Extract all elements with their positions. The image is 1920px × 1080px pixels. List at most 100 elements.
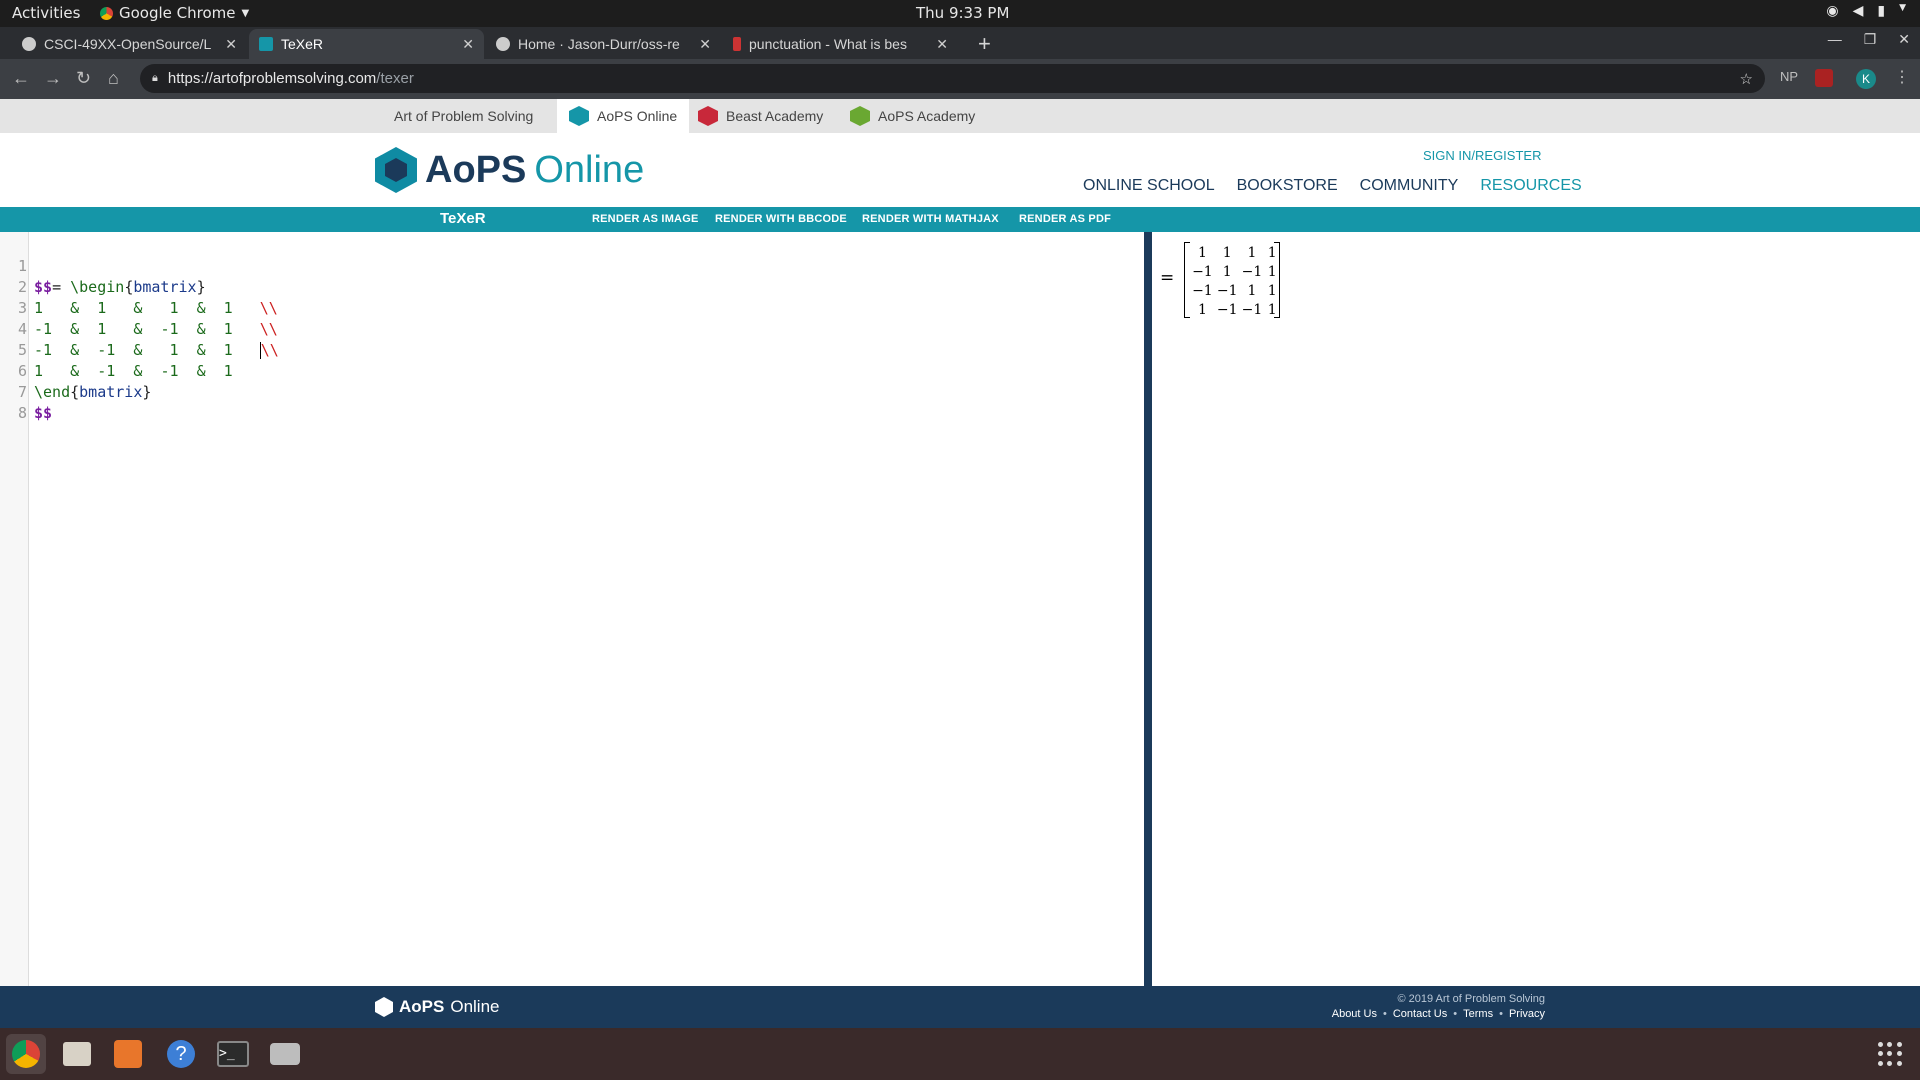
network-item-label: AoPS Online <box>597 108 678 124</box>
help-icon: ? <box>167 1040 195 1068</box>
render-with-mathjax-button[interactable]: RENDER WITH MATHJAX <box>862 213 999 225</box>
tab-title: TeXeR <box>281 36 324 52</box>
back-arrow-icon[interactable]: ← <box>12 68 30 89</box>
close-window-icon[interactable]: ✕ <box>1898 31 1910 48</box>
caret-down-icon: ▼ <box>1899 3 1906 13</box>
render-as-pdf-button[interactable]: RENDER AS PDF <box>1019 213 1111 225</box>
address-bar[interactable]: 🔒︎ https://artofproblemsolving.com/texer… <box>140 64 1765 93</box>
new-tab-button[interactable]: + <box>978 31 991 57</box>
main-nav: ONLINE SCHOOL BOOKSTORE COMMUNITY RESOUR… <box>1083 177 1582 195</box>
separator: • <box>1499 1008 1503 1020</box>
editor-line: 8 <box>0 382 1144 422</box>
ublock-icon[interactable] <box>1815 69 1833 87</box>
network-item-aops-online[interactable]: AoPS Online <box>557 99 690 133</box>
close-icon[interactable]: ✕ <box>936 36 948 53</box>
pane-divider[interactable] <box>1144 232 1152 986</box>
close-icon[interactable]: ✕ <box>462 36 474 53</box>
footer-logo-aops: AoPS <box>399 997 445 1016</box>
code-editor[interactable]: 1 $$= \begin{bmatrix} 2 1 & 1 & 1 & 1 \\… <box>0 232 1144 986</box>
site-footer: AoPS Online © 2019 Art of Problem Solving… <box>0 986 1920 1028</box>
nav-bookstore[interactable]: BOOKSTORE <box>1237 177 1338 195</box>
matrix-row: −1 1 −1 1 <box>1192 263 1277 280</box>
site-header: AoPS Online SIGN IN/REGISTER ONLINE SCHO… <box>0 133 1920 207</box>
aops-icon <box>259 37 273 51</box>
os-dock: ? >_ <box>0 1028 1920 1080</box>
maximize-icon[interactable]: ❐ <box>1864 31 1877 48</box>
dock-software[interactable] <box>108 1034 148 1074</box>
profile-avatar[interactable]: K <box>1856 69 1876 89</box>
footer-logo[interactable]: AoPS Online <box>375 997 499 1017</box>
matrix-row: 1111 <box>1197 244 1277 261</box>
tab-title: CSCI-49XX-OpenSource/L <box>44 36 212 52</box>
terminal-icon: >_ <box>217 1041 249 1067</box>
forward-arrow-icon[interactable]: → <box>44 68 62 89</box>
chrome-icon <box>12 1040 40 1068</box>
home-icon[interactable]: ⌂ <box>108 68 119 89</box>
site-logo[interactable]: AoPS Online <box>375 147 644 193</box>
footer-link-terms[interactable]: Terms <box>1463 1008 1493 1020</box>
footer-link-contact[interactable]: Contact Us <box>1393 1008 1447 1020</box>
logo-aops-text: AoPS <box>425 148 527 191</box>
aops-cube-icon <box>375 147 417 193</box>
wifi-icon: ◉ <box>1826 3 1839 19</box>
sign-in-register-link[interactable]: SIGN IN/REGISTER <box>1423 148 1541 163</box>
browser-toolbar: ← → ↻ ⌂ 🔒︎ https://artofproblemsolving.c… <box>0 59 1920 99</box>
network-item-aops-academy[interactable]: AoPS Academy <box>838 99 987 133</box>
dock-files[interactable] <box>57 1034 97 1074</box>
close-icon[interactable]: ✕ <box>699 36 711 53</box>
editor-line: 4 -1 & -1 & 1 & 1 \\ <box>0 298 1144 359</box>
tab-title: Home · Jason-Durr/oss-re <box>518 36 680 52</box>
files-icon <box>63 1042 91 1066</box>
network-item-aops[interactable]: Art of Problem Solving <box>382 99 545 133</box>
tab-csci[interactable]: CSCI-49XX-OpenSource/L ✕ <box>12 29 247 59</box>
editor-line: 1 $$= \begin{bmatrix} <box>0 235 1144 296</box>
nav-community[interactable]: COMMUNITY <box>1360 177 1459 195</box>
app-menu[interactable]: Google Chrome ▼ <box>100 4 249 22</box>
footer-link-about[interactable]: About Us <box>1332 1008 1377 1020</box>
show-apps-icon[interactable] <box>1878 1042 1902 1066</box>
editor-line: 3 -1 & 1 & -1 & 1 \\ <box>0 277 1144 338</box>
render-as-image-button[interactable]: RENDER AS IMAGE <box>592 213 699 225</box>
dock-screenshot[interactable] <box>265 1034 305 1074</box>
bookmark-star-icon[interactable]: ☆ <box>1740 70 1753 88</box>
matrix-row: 1 −1 −1 1 <box>1197 301 1277 318</box>
tab-github-home[interactable]: Home · Jason-Durr/oss-re ✕ <box>486 29 721 59</box>
render-preview: = 1111 −1 1 −1 1 −1 −1 1 1 1 −1 −1 1 <box>1152 232 1920 986</box>
camera-icon <box>270 1043 300 1065</box>
software-center-icon <box>114 1040 142 1068</box>
reload-icon[interactable]: ↻ <box>76 68 91 89</box>
minimize-icon[interactable]: — <box>1828 31 1842 48</box>
footer-link-privacy[interactable]: Privacy <box>1509 1008 1545 1020</box>
system-tray[interactable]: ◉ ◀ ▮ ▼ <box>1826 3 1906 19</box>
render-with-bbcode-button[interactable]: RENDER WITH BBCODE <box>715 213 847 225</box>
nav-resources[interactable]: RESOURCES <box>1480 177 1581 195</box>
footer-links: About Us • Contact Us • Terms • Privacy <box>1332 1008 1545 1020</box>
close-icon[interactable]: ✕ <box>225 36 237 53</box>
texer-title: TeXeR <box>440 210 486 227</box>
dock-terminal[interactable]: >_ <box>213 1034 253 1074</box>
aops-academy-icon <box>850 106 870 126</box>
activities-button[interactable]: Activities <box>12 4 80 22</box>
texer-toolbar: TeXeR RENDER AS IMAGE RENDER WITH BBCODE… <box>0 207 1920 232</box>
menu-kebab-icon[interactable]: ⋮ <box>1894 67 1910 87</box>
dock-help[interactable]: ? <box>161 1034 201 1074</box>
footer-logo-online: Online <box>450 997 500 1016</box>
tab-texer[interactable]: TeXeR ✕ <box>249 29 484 59</box>
clock[interactable]: Thu 9:33 PM <box>916 4 1009 22</box>
url-path: /texer <box>376 70 414 87</box>
battery-icon: ▮ <box>1877 3 1886 19</box>
dock-chrome[interactable] <box>6 1034 46 1074</box>
matrix-table: 1111 −1 1 −1 1 −1 −1 1 1 1 −1 −1 1 <box>1190 243 1280 319</box>
separator: • <box>1453 1008 1458 1020</box>
nav-online-school[interactable]: ONLINE SCHOOL <box>1083 177 1215 195</box>
editor-line: 6 \end{bmatrix} <box>0 340 1144 401</box>
network-item-label: Art of Problem Solving <box>394 108 534 124</box>
editor-line: 2 1 & 1 & 1 & 1 \\ <box>0 256 1144 317</box>
editor-line: 7 $$ <box>0 361 1144 422</box>
extension-np[interactable]: NP <box>1780 69 1798 84</box>
tab-punctuation[interactable]: punctuation - What is bes ✕ <box>723 29 958 59</box>
equals-sign: = <box>1160 268 1175 288</box>
network-item-beast-academy[interactable]: Beast Academy <box>686 99 835 133</box>
logo-online-text: Online <box>534 148 645 191</box>
tab-strip: CSCI-49XX-OpenSource/L ✕ TeXeR ✕ Home · … <box>0 27 1920 59</box>
